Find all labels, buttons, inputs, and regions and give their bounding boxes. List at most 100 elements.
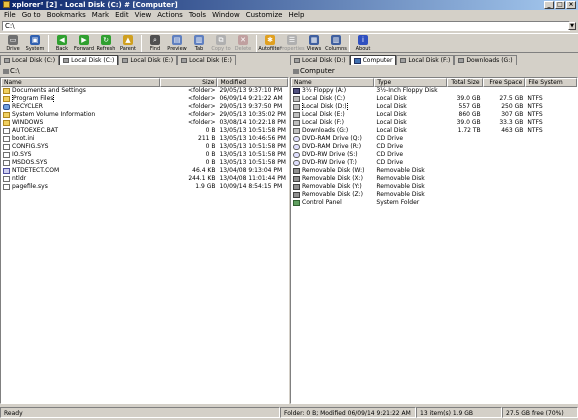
tab-computer[interactable]: Computer [349, 55, 397, 65]
table-row[interactable]: Downloads (G:) Local Disk 1.72 TB 463 GB NTF… [291, 127, 577, 135]
column-header-name[interactable]: Name [291, 78, 375, 87]
file-name-cell: Program Files [1, 95, 160, 103]
file-name: CONFIG.SYS [12, 143, 49, 150]
column-header-modified[interactable]: Modified [217, 78, 288, 87]
file-name: MSDOS.SYS [12, 159, 48, 166]
file-name: Program Files [12, 95, 55, 103]
column-header-size[interactable]: Size [159, 78, 218, 87]
table-row[interactable]: Removable Disk (Y:) Removable Disk [291, 183, 577, 191]
parent-button[interactable]: ▲ Parent [117, 34, 139, 53]
table-row[interactable]: Local Disk (D:) Local Disk 557 GB 250 GB NTF… [291, 103, 577, 111]
table-row[interactable]: DVD-RW Drive (T:) CD Drive [291, 159, 577, 167]
close-button[interactable]: × [566, 1, 576, 9]
menu-help[interactable]: Help [288, 10, 304, 20]
table-row[interactable]: MSDOS.SYS 0 B 13/05/13 10:51:58 PM [1, 159, 288, 167]
drive-name: DVD-RAM Drive (Q:) [302, 135, 362, 142]
table-row[interactable]: DVD-RW Drive (S:) CD Drive [291, 151, 577, 159]
table-row[interactable]: System Volume Information <folder> 29/05/1… [1, 111, 288, 119]
table-row[interactable]: CONFIG.SYS 0 B 13/05/13 10:51:58 PM [1, 143, 288, 151]
drive-type: CD Drive [376, 135, 404, 142]
table-row[interactable]: Removable Disk (Z:) Removable Disk [291, 191, 577, 199]
column-header-name[interactable]: Name [1, 78, 160, 87]
table-row[interactable]: RECYCLER <folder> 29/05/13 9:37:50 PM [1, 103, 288, 111]
left-path-bar[interactable]: C:\ [0, 67, 289, 76]
back-button[interactable]: ◀ Back [51, 34, 73, 53]
autofilter-button[interactable]: ✱ Autofilter [258, 34, 282, 53]
maximize-button[interactable]: □ [555, 1, 565, 9]
tab-local-disk-f[interactable]: Local Disk (F:) [396, 55, 455, 65]
table-row[interactable]: AUTOEXEC.BAT 0 B 13/05/13 10:51:58 PM [1, 127, 288, 135]
drive-name: Control Panel [302, 199, 342, 206]
about-button[interactable]: i About [352, 34, 374, 53]
system-button[interactable]: ▣ System [24, 34, 46, 53]
views-button[interactable]: ▦ Views [303, 34, 325, 53]
tab-local-disk-e[interactable]: Local Disk (E:) [118, 55, 178, 65]
table-row[interactable]: WINDOWS <folder> 03/08/14 10:22:18 PM [1, 119, 288, 127]
column-header-file-system[interactable]: File System [525, 78, 577, 87]
find-button[interactable]: ⌕ Find [144, 34, 166, 53]
recycle-icon [3, 104, 10, 110]
table-row[interactable]: Local Disk (E:) Local Disk 860 GB 307 GB NTF… [291, 111, 577, 119]
minimize-button[interactable]: _ [544, 1, 554, 9]
file-size: 244.1 KB [188, 175, 216, 182]
right-path-bar[interactable]: Computer [290, 67, 578, 76]
menu-goto[interactable]: Go to [22, 10, 41, 20]
tab-local-disk-d[interactable]: Local Disk (D:) [290, 55, 350, 65]
refresh-button[interactable]: ↻ Refresh [95, 34, 117, 53]
menu-edit[interactable]: Edit [115, 10, 129, 20]
menu-file[interactable]: File [4, 10, 16, 20]
right-file-pane[interactable]: Name Type Total Size Free Space File Sys… [290, 77, 578, 404]
table-row[interactable]: NTDETECT.COM 46.4 KB 13/04/08 9:13:04 PM [1, 167, 288, 175]
menu-tools[interactable]: Tools [189, 10, 206, 20]
forward-button[interactable]: ▶ Forward [73, 34, 95, 53]
menu-actions[interactable]: Actions [157, 10, 183, 20]
table-row[interactable]: 3½ Floppy (A:) 3½-Inch Floppy Disk [291, 87, 577, 95]
toolbar-label: Autofilter [258, 46, 282, 52]
delete-button[interactable]: ✕ Delete [232, 34, 254, 53]
tab-local-disk-e[interactable]: Local Disk (E:) [177, 55, 236, 65]
menu-view[interactable]: View [135, 10, 152, 20]
column-header-total-size[interactable]: Total Size [446, 78, 483, 87]
address-input[interactable] [2, 21, 570, 31]
right-pane-tabs: Local Disk (D:) Computer Local Disk (F:) Do… [290, 55, 578, 65]
address-dropdown-icon[interactable]: ▼ [568, 22, 576, 30]
menu-window[interactable]: Window [212, 10, 240, 20]
table-row[interactable]: boot.ini 211 B 13/05/13 10:46:56 PM [1, 135, 288, 143]
preview-button[interactable]: ▤ Preview [166, 34, 188, 53]
columns-button[interactable]: ▥ Columns [325, 34, 347, 53]
file-name: Documents and Settings [12, 87, 86, 94]
tab-downloads-g[interactable]: Downloads (G:) [454, 55, 517, 65]
drive-file-system: NTFS [527, 119, 543, 126]
table-row[interactable]: Control Panel System Folder [291, 199, 577, 207]
drive-button[interactable]: ▭ Drive [2, 34, 24, 53]
system-icon: ▣ [30, 35, 40, 45]
table-row[interactable]: IO.SYS 0 B 13/05/13 10:51:58 PM [1, 151, 288, 159]
tab-button[interactable]: ▥ Tab [188, 34, 210, 53]
column-header-free-space[interactable]: Free Space [482, 78, 526, 87]
file-size: 211 B [198, 135, 216, 142]
table-row[interactable]: Documents and Settings <folder> 29/05/13 9… [1, 87, 288, 95]
table-row[interactable]: Local Disk (C:) Local Disk 39.0 GB 27.5 GB N… [291, 95, 577, 103]
drive-type: Local Disk [376, 103, 407, 110]
copy-to-button[interactable]: ⧉ Copy to [210, 34, 232, 53]
table-row[interactable]: DVD-RAM Drive (R:) CD Drive [291, 143, 577, 151]
properties-button[interactable]: ☰ Properties [279, 34, 305, 53]
table-row[interactable]: Program Files <folder> 06/09/14 9:21:22 AM [1, 95, 288, 103]
left-file-pane[interactable]: Name Size Modified Documents and Setting… [0, 77, 289, 404]
delete-icon: ✕ [238, 35, 248, 45]
column-header-type[interactable]: Type [374, 78, 447, 87]
table-row[interactable]: Removable Disk (X:) Removable Disk [291, 175, 577, 183]
menu-bookmarks[interactable]: Bookmarks [47, 10, 86, 20]
status-ready: Ready [0, 407, 280, 418]
table-row[interactable]: Removable Disk (W:) Removable Disk [291, 167, 577, 175]
tab-local-disk-c[interactable]: Local Disk (C:) [0, 55, 60, 65]
menu-customize[interactable]: Customize [246, 10, 283, 20]
table-row[interactable]: pagefile.sys 1.9 GB 10/09/14 8:54:15 PM [1, 183, 288, 191]
menu-mark[interactable]: Mark [92, 10, 109, 20]
file-name-cell: NTDETECT.COM [1, 167, 160, 175]
table-row[interactable]: ntldr 244.1 KB 13/04/08 11:01:44 PM [1, 175, 288, 183]
removable-icon [293, 192, 300, 198]
table-row[interactable]: Local Disk (F:) Local Disk 39.0 GB 33.3 GB N… [291, 119, 577, 127]
table-row[interactable]: DVD-RAM Drive (Q:) CD Drive [291, 135, 577, 143]
tab-local-disk-c[interactable]: Local Disk (C:) [59, 55, 119, 65]
